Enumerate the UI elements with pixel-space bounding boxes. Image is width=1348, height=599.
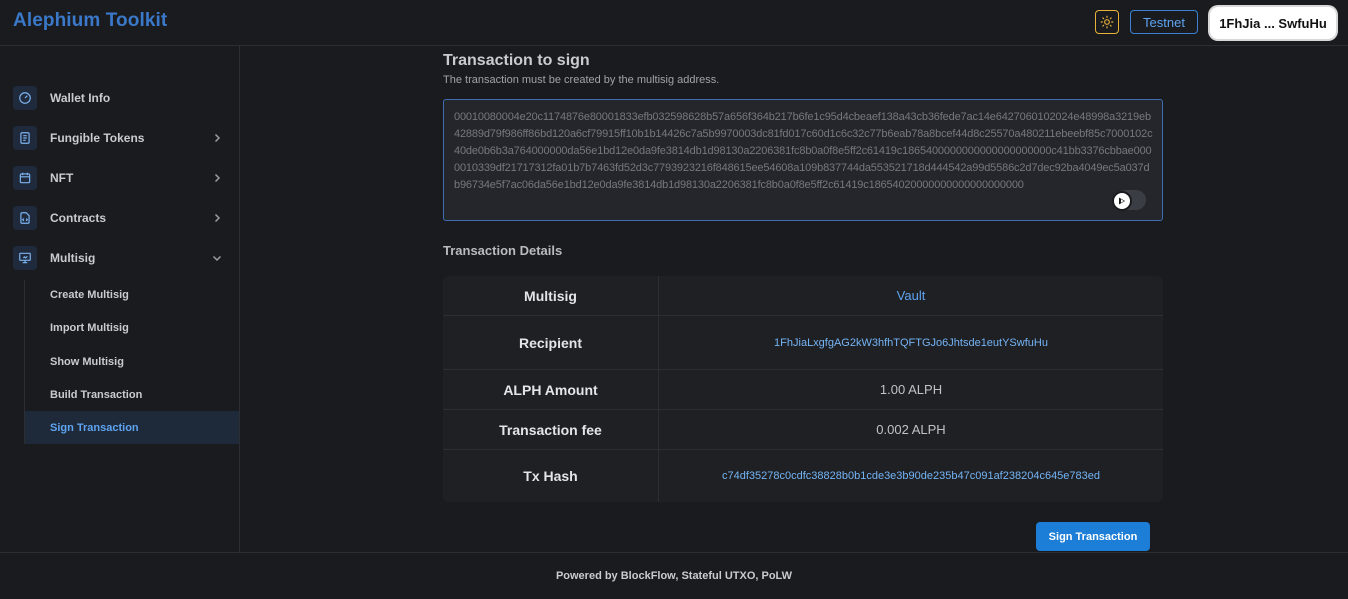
transaction-textarea[interactable]: 00010080004e20c1174876e80001833efb032598… <box>443 99 1163 221</box>
app-brand[interactable]: Alephium Toolkit <box>13 10 167 32</box>
sidebar-item-fungible-tokens[interactable]: Fungible Tokens <box>0 118 239 158</box>
row-key: Multisig <box>443 276 659 315</box>
wallet-button[interactable]: 1FhJia ... SwfuHu <box>1210 7 1336 39</box>
sidebar-item-label: Fungible Tokens <box>50 131 145 145</box>
tx-hash-link[interactable]: c74df35278c0cdfc38828b0b1cde3e3b90de235b… <box>659 450 1163 502</box>
sidebar: Wallet Info Fungible Tokens NFT Contract… <box>0 46 240 552</box>
details-title: Transaction Details <box>443 243 563 258</box>
sidebar-item-label: NFT <box>50 171 74 185</box>
sidebar-subitem-build-transaction[interactable]: Build Transaction <box>25 378 239 411</box>
sidebar-subitem-create-multisig[interactable]: Create Multisig <box>25 278 239 311</box>
sidebar-subitem-import-multisig[interactable]: Import Multisig <box>25 311 239 344</box>
table-row: Multisig Vault <box>443 276 1163 316</box>
row-key: Transaction fee <box>443 410 659 449</box>
table-row: Transaction fee 0.002 ALPH <box>443 410 1163 450</box>
sidebar-item-label: Wallet Info <box>50 91 111 105</box>
table-row: Tx Hash c74df35278c0cdfc38828b0b1cde3e3b… <box>443 450 1163 502</box>
document-icon <box>13 126 37 150</box>
transaction-details-table: Multisig Vault Recipient 1FhJiaLxgfgAG2k… <box>443 276 1163 502</box>
transaction-text: 00010080004e20c1174876e80001833efb032598… <box>454 111 1153 191</box>
sun-icon <box>1100 15 1114 29</box>
recipient-address[interactable]: 1FhJiaLxgfgAG2kW3hfhTQFTGJo6Jhtsde1eutYS… <box>659 316 1163 369</box>
chevron-down-icon <box>212 253 222 263</box>
sidebar-item-label: Multisig <box>50 251 96 265</box>
calendar-icon <box>13 166 37 190</box>
footer: Powered by BlockFlow, Stateful UTXO, PoL… <box>0 552 1348 599</box>
sidebar-subitem-show-multisig[interactable]: Show Multisig <box>25 345 239 378</box>
footer-text: Powered by BlockFlow, Stateful UTXO, PoL… <box>555 570 793 582</box>
sidebar-item-wallet-info[interactable]: Wallet Info <box>0 78 239 118</box>
row-key: ALPH Amount <box>443 370 659 409</box>
sidebar-item-label: Contracts <box>50 211 107 225</box>
sidebar-item-contracts[interactable]: Contracts <box>0 198 239 238</box>
theme-toggle-button[interactable] <box>1095 10 1119 34</box>
fee-value: 0.002 ALPH <box>876 422 946 437</box>
sidebar-item-multisig[interactable]: Multisig <box>0 238 239 278</box>
sidebar-item-nft[interactable]: NFT <box>0 158 239 198</box>
page-title: Transaction to sign <box>443 52 590 69</box>
gauge-icon <box>13 86 37 110</box>
main-content: Transaction to sign The transaction must… <box>240 46 1348 552</box>
chevron-right-icon <box>212 213 222 223</box>
row-key: Tx Hash <box>443 450 659 502</box>
multisig-link[interactable]: Vault <box>659 276 1163 315</box>
presentation-icon <box>13 246 37 270</box>
network-button[interactable]: Testnet <box>1130 10 1198 34</box>
page-subtitle: The transaction must be created by the m… <box>443 74 720 86</box>
sign-transaction-button[interactable]: Sign Transaction <box>1036 522 1150 551</box>
chevron-right-icon <box>212 173 222 183</box>
sidebar-subitem-sign-transaction[interactable]: Sign Transaction <box>25 411 239 444</box>
paste-button[interactable] <box>1112 190 1146 211</box>
table-row: Recipient 1FhJiaLxgfgAG2kW3hfhTQFTGJo6Jh… <box>443 316 1163 370</box>
sign-icon <box>1112 191 1132 211</box>
amount-value: 1.00 ALPH <box>879 382 943 397</box>
chevron-right-icon <box>212 133 222 143</box>
row-key: Recipient <box>443 316 659 369</box>
file-code-icon <box>13 206 37 230</box>
app-header: Alephium Toolkit Testnet 1FhJia ... Swfu… <box>0 0 1348 46</box>
table-row: ALPH Amount 1.00 ALPH <box>443 370 1163 410</box>
